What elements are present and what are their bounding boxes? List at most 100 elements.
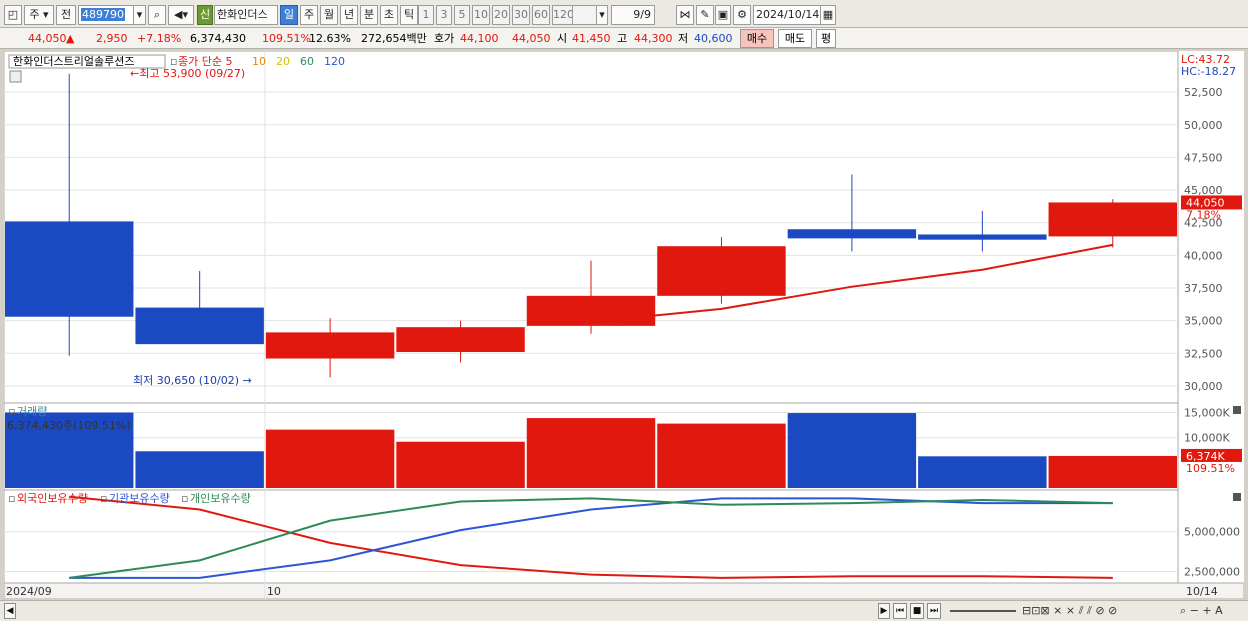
interval-button-20[interactable]: 20 bbox=[492, 5, 510, 25]
low-note: 최저 30,650 (10/02) → bbox=[133, 374, 252, 387]
sell-button[interactable]: 매도 bbox=[778, 29, 812, 48]
open-price: 41,450 bbox=[572, 32, 611, 45]
interval-select[interactable] bbox=[572, 5, 598, 25]
x-label-start: 2024/09 bbox=[6, 585, 52, 598]
market-label: 주 bbox=[29, 8, 40, 21]
scroll-left-icon[interactable]: ◀ bbox=[4, 603, 16, 619]
low-label: 저 bbox=[678, 32, 689, 45]
period-button-3[interactable]: 년 bbox=[340, 5, 358, 25]
price-tick-label: 52,500 bbox=[1184, 86, 1223, 99]
buy-button[interactable]: 매수 bbox=[740, 29, 774, 48]
price-tick-label: 30,000 bbox=[1184, 380, 1223, 393]
candle-body bbox=[918, 234, 1047, 240]
zoom-icon[interactable]: ⌕ − + A bbox=[1180, 604, 1223, 618]
volume: 6,374,430 bbox=[190, 32, 246, 45]
bid-label: 호가 bbox=[434, 32, 455, 45]
window-icon[interactable]: ◰ bbox=[4, 5, 22, 25]
volume-bar bbox=[1048, 455, 1177, 488]
sound-icon[interactable]: ◀▾ bbox=[168, 5, 194, 25]
stock-chart[interactable]: 30,00032,50035,00037,50040,00042,50045,0… bbox=[4, 51, 1244, 599]
interval-button-5[interactable]: 5 bbox=[454, 5, 470, 25]
chart-scrollbar[interactable]: ◀ ▶ ⏮ ■ ⏭ ⊟⊡⊠ ⨯ ⨯ ⫽ ⫽ ⊘ ⊘ ⌕ − + A bbox=[0, 600, 1248, 621]
period-button-5[interactable]: 초 bbox=[380, 5, 398, 25]
candle-body bbox=[657, 246, 786, 296]
interval-button-120[interactable]: 120 bbox=[552, 5, 574, 25]
last-rate-label: 7.18% bbox=[1186, 208, 1221, 221]
volume-ratio: 109.51% bbox=[262, 32, 311, 45]
interval-button-60[interactable]: 60 bbox=[532, 5, 550, 25]
zoom-slider[interactable] bbox=[950, 610, 1016, 612]
candle-body bbox=[396, 327, 525, 352]
volume-tick-label: 10,000K bbox=[1184, 432, 1230, 445]
candle-body bbox=[787, 229, 917, 239]
tools-icon[interactable]: ⊟⊡⊠ ⨯ ⨯ ⫽ ⫽ ⊘ ⊘ bbox=[1022, 604, 1117, 618]
interval-button-1[interactable]: 1 bbox=[418, 5, 434, 25]
last-page-icon[interactable]: ⏭ bbox=[927, 603, 941, 619]
even-button[interactable]: 평 bbox=[816, 29, 836, 48]
ma-legend-period: 60 bbox=[300, 55, 314, 68]
price-tick-label: 45,000 bbox=[1184, 184, 1223, 197]
holdings-marker: ▫ bbox=[181, 492, 188, 505]
first-page-icon[interactable]: ⏮ bbox=[893, 603, 907, 619]
holdings-tick-label: 5,000,000 bbox=[1184, 526, 1240, 539]
candle-body bbox=[5, 221, 134, 317]
stop-icon[interactable]: ■ bbox=[910, 603, 924, 619]
page-indicator: 9/9 bbox=[611, 5, 655, 25]
period-button-4[interactable]: 분 bbox=[360, 5, 378, 25]
high-note: ←최고 53,900 (09/27) bbox=[130, 67, 245, 80]
chart-toolbar: ◰ 주 ▾ 전 489790 ▾ ⌕ ◀▾ 신 한화인더스 일주월년분초틱 13… bbox=[0, 0, 1248, 28]
draw-icon[interactable]: ✎ bbox=[696, 5, 714, 25]
period-button-2[interactable]: 월 bbox=[320, 5, 338, 25]
price-tick-label: 47,500 bbox=[1184, 151, 1223, 164]
calendar-icon[interactable]: ▦ bbox=[820, 5, 836, 25]
bid-price-1: 44,100 bbox=[460, 32, 499, 45]
bid-price-2: 44,050 bbox=[512, 32, 551, 45]
volume-legend: 거래량 bbox=[17, 405, 47, 418]
holdings-tick-label: 2,500,000 bbox=[1184, 565, 1240, 578]
prev-button[interactable]: 전 bbox=[56, 5, 76, 25]
code-dropdown-icon[interactable]: ▾ bbox=[133, 5, 146, 25]
scroll-right-icon[interactable]: ▶ bbox=[878, 603, 890, 619]
ma-legend-period: 120 bbox=[324, 55, 345, 68]
period-button-0[interactable]: 일 bbox=[280, 5, 298, 25]
price-change: 2,950 bbox=[96, 32, 128, 45]
turnover-rate: 12.63% bbox=[309, 32, 351, 45]
interval-dropdown-icon[interactable]: ▾ bbox=[596, 5, 608, 25]
holdings-legend-2: 개인보유수량 bbox=[190, 492, 251, 505]
volume-marker: ▫ bbox=[8, 405, 15, 418]
candle-body bbox=[135, 307, 264, 345]
chart-title: 한화인더스트리얼솔루션즈 bbox=[13, 54, 134, 68]
ma-legend-period: 10 bbox=[252, 55, 266, 68]
holdings-marker: ▫ bbox=[100, 492, 107, 505]
holdings-legend-1: 기관보유수량 bbox=[109, 492, 170, 505]
link-icon[interactable]: ⋈ bbox=[676, 5, 694, 25]
candle-body bbox=[1048, 202, 1177, 237]
price-tick-label: 50,000 bbox=[1184, 119, 1223, 132]
volume-bar bbox=[787, 413, 917, 488]
ma-legend-period: 20 bbox=[276, 55, 290, 68]
volume-bar bbox=[918, 456, 1047, 488]
x-label-month: 10 bbox=[267, 585, 281, 598]
quote-bar: 44,050 ▲ 2,950 +7.18% 6,374,430 109.51% … bbox=[0, 28, 1248, 49]
period-button-1[interactable]: 주 bbox=[300, 5, 318, 25]
hc-label: HC:-18.27 bbox=[1181, 65, 1236, 78]
market-select[interactable]: 주 ▾ bbox=[24, 5, 54, 25]
interval-button-30[interactable]: 30 bbox=[512, 5, 530, 25]
price-tick-label: 40,000 bbox=[1184, 249, 1223, 262]
price-tick-label: 37,500 bbox=[1184, 282, 1223, 295]
high-price: 44,300 bbox=[634, 32, 673, 45]
date-input[interactable]: 2024/10/14 bbox=[753, 5, 821, 25]
interval-button-3[interactable]: 3 bbox=[436, 5, 452, 25]
volume-bar bbox=[396, 441, 525, 488]
volume-bar bbox=[657, 423, 786, 488]
new-listing-badge: 신 bbox=[197, 5, 213, 25]
search-icon[interactable]: ⌕ bbox=[148, 5, 166, 25]
save-icon[interactable]: ▣ bbox=[715, 5, 731, 25]
table-toggle-icon bbox=[9, 70, 22, 83]
settings-gear-icon[interactable]: ⚙ bbox=[733, 5, 751, 25]
price-panel bbox=[4, 51, 1179, 404]
holdings-marker: ▫ bbox=[8, 492, 15, 505]
period-button-6[interactable]: 틱 bbox=[400, 5, 418, 25]
interval-button-10[interactable]: 10 bbox=[472, 5, 490, 25]
change-rate: +7.18% bbox=[137, 32, 182, 45]
